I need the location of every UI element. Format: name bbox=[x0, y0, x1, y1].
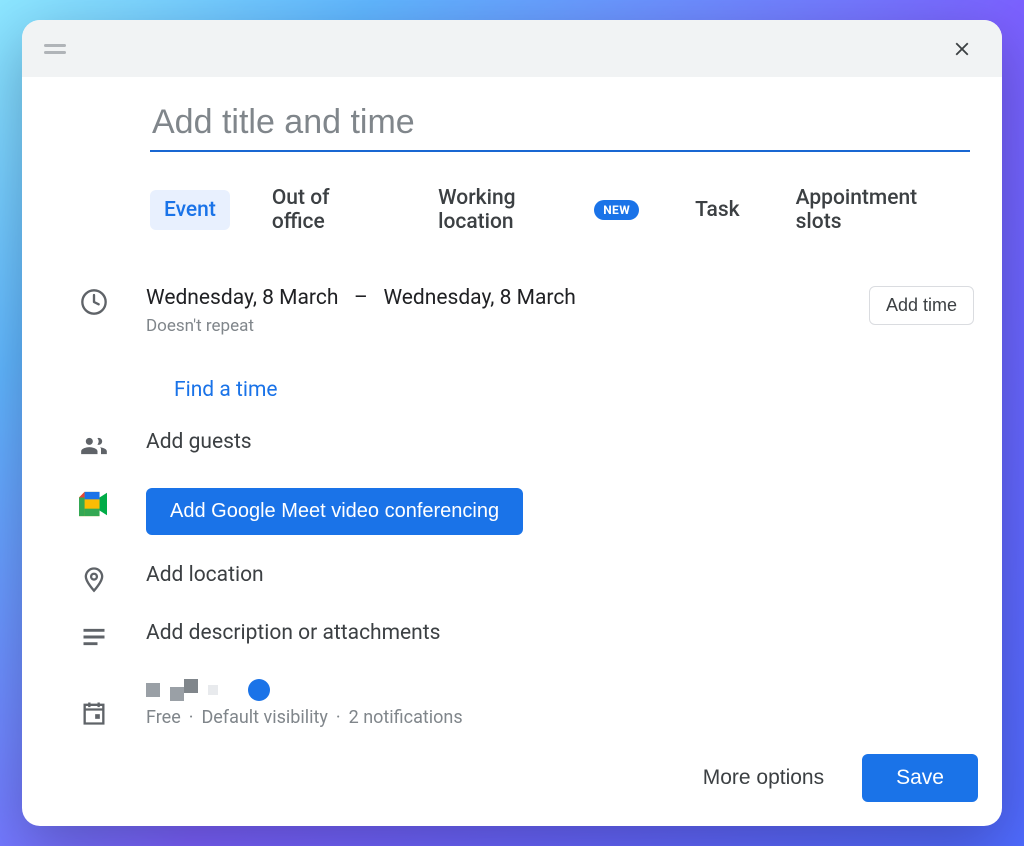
tab-appointment-slots[interactable]: Appointment slots bbox=[782, 178, 974, 242]
description-placeholder: Add description or attachments bbox=[146, 621, 974, 645]
recurrence-label[interactable]: Doesn't repeat bbox=[146, 316, 833, 336]
dialog-footer: More options Save bbox=[22, 736, 1002, 826]
tab-task[interactable]: Task bbox=[681, 190, 754, 230]
save-button[interactable]: Save bbox=[862, 754, 978, 802]
notifications-label[interactable]: 2 notifications bbox=[349, 707, 463, 728]
drag-handle-icon[interactable] bbox=[44, 44, 66, 54]
google-meet-icon bbox=[78, 488, 110, 516]
calendar-status-row[interactable]: Free · Default visibility · 2 notificati… bbox=[78, 679, 974, 728]
find-a-time-link[interactable]: Find a time bbox=[174, 378, 278, 402]
guests-placeholder: Add guests bbox=[146, 430, 974, 454]
tab-event[interactable]: Event bbox=[150, 190, 230, 230]
calendar-color-dot[interactable] bbox=[248, 679, 270, 701]
description-icon bbox=[78, 621, 110, 651]
availability-label[interactable]: Free bbox=[146, 707, 181, 728]
datetime-row: Wednesday, 8 March – Wednesday, 8 March … bbox=[78, 286, 974, 336]
calendar-icon bbox=[78, 679, 110, 727]
close-icon bbox=[951, 38, 973, 60]
guests-row[interactable]: Add guests bbox=[78, 430, 974, 460]
add-time-button[interactable]: Add time bbox=[869, 286, 974, 325]
end-date[interactable]: Wednesday, 8 March bbox=[383, 286, 575, 310]
type-tabs: Event Out of office Working location NEW… bbox=[150, 178, 974, 242]
meet-row: Add Google Meet video conferencing bbox=[78, 488, 974, 535]
title-input[interactable] bbox=[150, 99, 970, 152]
calendar-owner-strip bbox=[146, 679, 974, 701]
more-options-button[interactable]: More options bbox=[693, 758, 834, 798]
tab-out-of-office[interactable]: Out of office bbox=[258, 178, 396, 242]
quick-create-dialog: Event Out of office Working location NEW… bbox=[22, 20, 1002, 826]
dialog-header bbox=[22, 20, 1002, 77]
description-row[interactable]: Add description or attachments bbox=[78, 621, 974, 651]
location-icon bbox=[78, 563, 110, 593]
new-badge: NEW bbox=[594, 200, 639, 220]
guests-icon bbox=[78, 430, 110, 460]
tab-working-location[interactable]: Working location NEW bbox=[424, 178, 653, 242]
visibility-label[interactable]: Default visibility bbox=[201, 707, 327, 728]
add-meet-button[interactable]: Add Google Meet video conferencing bbox=[146, 488, 523, 535]
tab-working-location-label: Working location bbox=[438, 186, 586, 234]
start-date[interactable]: Wednesday, 8 March bbox=[146, 286, 338, 310]
date-separator: – bbox=[354, 286, 368, 310]
location-row[interactable]: Add location bbox=[78, 563, 974, 593]
location-placeholder: Add location bbox=[146, 563, 974, 587]
clock-icon bbox=[78, 286, 110, 316]
close-button[interactable] bbox=[944, 31, 980, 67]
